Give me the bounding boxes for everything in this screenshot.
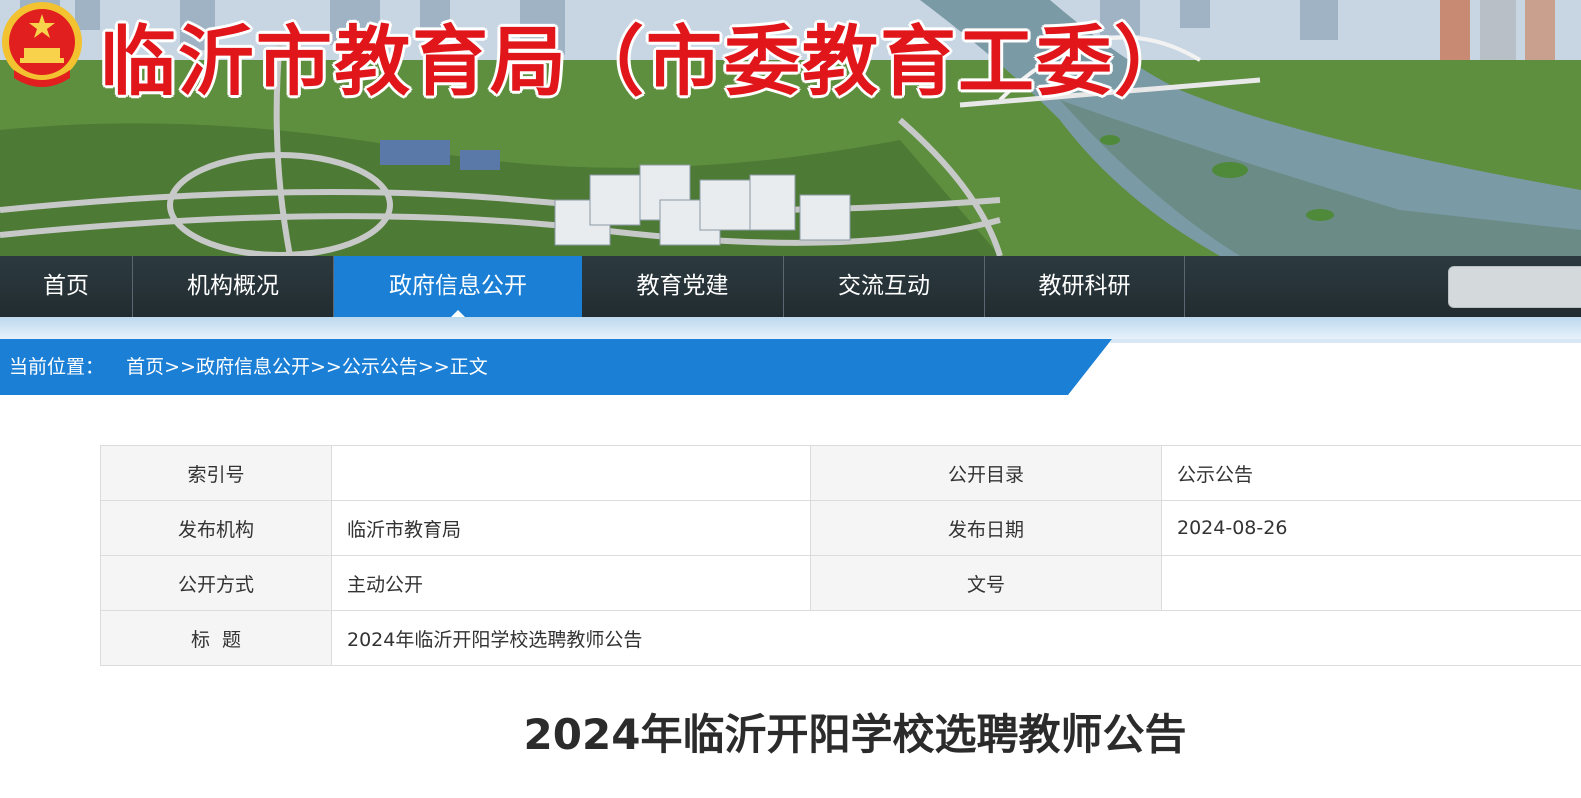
search-input[interactable] <box>1448 266 1581 308</box>
nav-item-gov-info[interactable]: 政府信息公开 <box>334 256 582 317</box>
publish-date-value: 2024-08-26 <box>1161 500 1581 556</box>
breadcrumb-notices[interactable]: 公示公告 <box>342 339 418 395</box>
document-number-value <box>1161 555 1581 611</box>
breadcrumb: 当前位置： 首页>>政府信息公开>>公示公告>>正文 <box>0 339 1581 395</box>
table-row: 发布机构 临沂市教育局 发布日期 2024-08-26 <box>100 500 1581 556</box>
header-banner: 临沂市教育局（市委教育工委） <box>0 0 1581 256</box>
national-emblem-icon <box>2 2 82 87</box>
index-number-value <box>331 445 811 501</box>
breadcrumb-home[interactable]: 首页 <box>126 339 164 395</box>
nav-item-research[interactable]: 教研科研 <box>985 256 1185 317</box>
breadcrumb-current: 正文 <box>449 356 488 378</box>
breadcrumb-gov-info[interactable]: 政府信息公开 <box>196 339 310 395</box>
nav-item-interaction[interactable]: 交流互动 <box>784 256 985 317</box>
publish-date-label: 发布日期 <box>810 500 1162 556</box>
publisher-label: 发布机构 <box>100 500 332 556</box>
title-value: 2024年临沂开阳学校选聘教师公告 <box>331 610 1581 666</box>
index-number-label: 索引号 <box>100 445 332 501</box>
catalog-value: 公示公告 <box>1161 445 1581 501</box>
publisher-value: 临沂市教育局 <box>331 500 811 556</box>
article-title: 2024年临沂开阳学校选聘教师公告 <box>523 710 1187 759</box>
breadcrumb-prefix: 当前位置： <box>9 356 105 378</box>
breadcrumb-separator: >> <box>164 356 196 378</box>
table-row: 公开方式 主动公开 文号 <box>100 555 1581 611</box>
main-nav: 首页 机构概况 政府信息公开 教育党建 交流互动 教研科研 <box>0 256 1581 317</box>
breadcrumb-trail: 当前位置： 首页>>政府信息公开>>公示公告>>正文 <box>9 339 488 395</box>
title-label: 标 题 <box>100 610 332 666</box>
disclosure-mode-value: 主动公开 <box>331 555 811 611</box>
document-number-label: 文号 <box>810 555 1162 611</box>
table-row: 索引号 公开目录 公示公告 <box>100 445 1581 501</box>
site-title: 临沂市教育局（市委教育工委） <box>100 17 1192 106</box>
nav-item-party[interactable]: 教育党建 <box>582 256 784 317</box>
decorative-strip <box>0 317 1581 339</box>
breadcrumb-separator: >> <box>417 356 450 378</box>
nav-item-about[interactable]: 机构概况 <box>133 256 334 317</box>
nav-item-home[interactable]: 首页 <box>0 256 133 317</box>
disclosure-mode-label: 公开方式 <box>100 555 332 611</box>
table-row: 标 题 2024年临沂开阳学校选聘教师公告 <box>100 610 1581 666</box>
document-info-table: 索引号 公开目录 公示公告 发布机构 临沂市教育局 发布日期 2024-08-2… <box>100 445 1581 666</box>
catalog-label: 公开目录 <box>810 445 1162 501</box>
breadcrumb-separator: >> <box>309 356 342 378</box>
